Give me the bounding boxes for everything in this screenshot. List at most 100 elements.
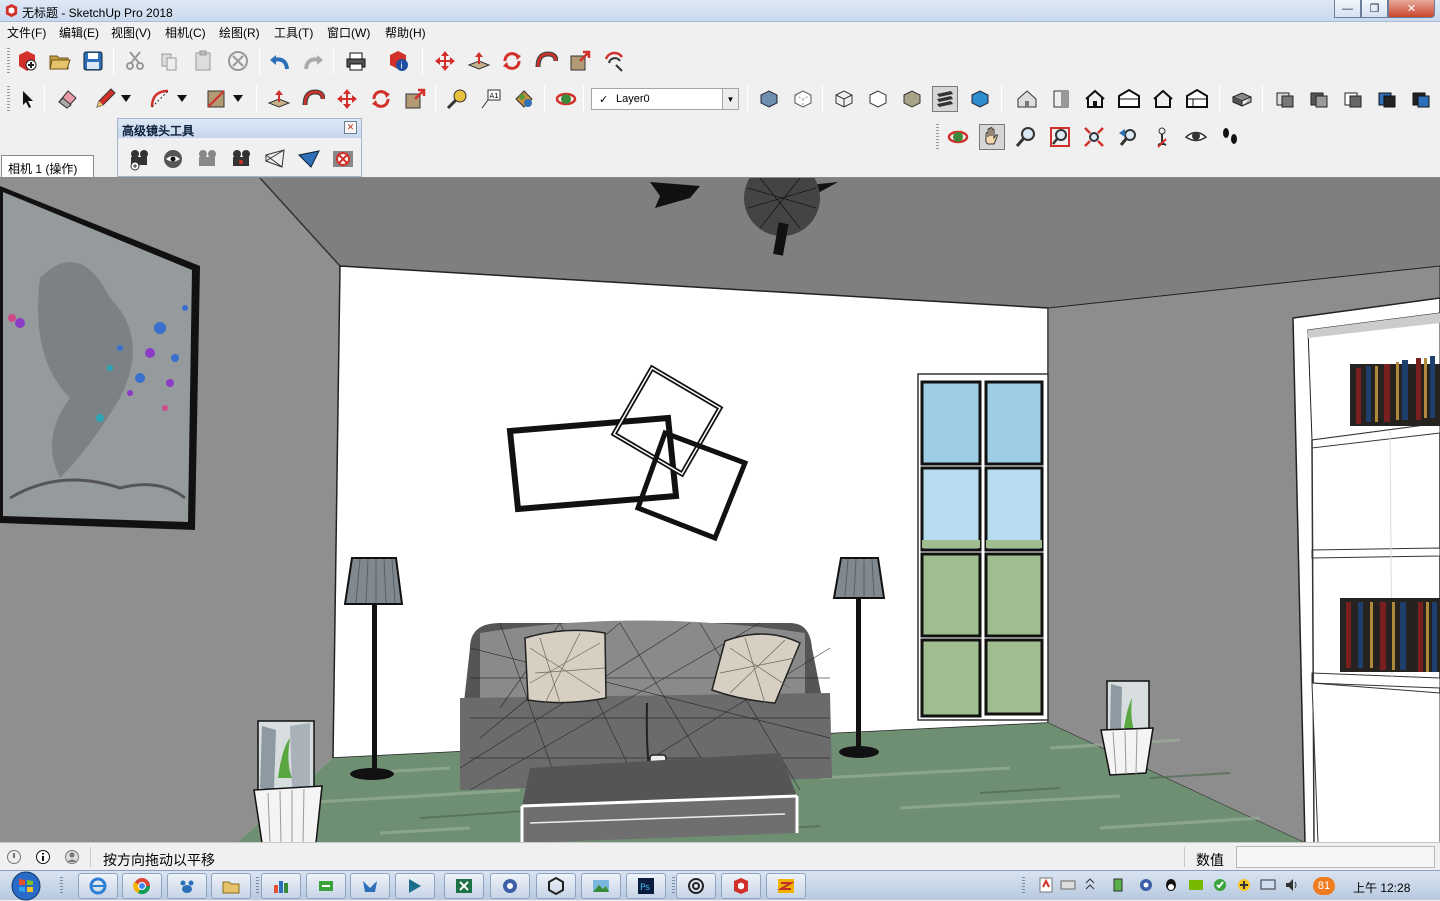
select-icon[interactable] <box>14 86 40 112</box>
offset-icon[interactable] <box>601 48 627 74</box>
back-view-icon[interactable] <box>1150 86 1176 112</box>
eraser-icon[interactable] <box>54 86 80 112</box>
position-camera-icon[interactable] <box>1149 124 1175 150</box>
keyboard-tray-icon[interactable] <box>1060 877 1076 893</box>
baidu-icon[interactable] <box>167 873 207 899</box>
reset-camera-icon[interactable] <box>330 146 356 172</box>
arc-icon[interactable] <box>147 86 173 112</box>
back-edges-icon[interactable] <box>790 86 816 112</box>
pencil-dropdown-icon[interactable] <box>119 86 133 112</box>
rotate-icon[interactable] <box>499 48 525 74</box>
paint-bucket-icon[interactable] <box>511 86 537 112</box>
scale-tool-icon[interactable] <box>402 86 428 112</box>
push-pull-tool-icon[interactable] <box>266 86 292 112</box>
erase-icon[interactable] <box>225 48 251 74</box>
right-view-icon[interactable] <box>1116 86 1142 112</box>
tray-expand-icon[interactable] <box>1082 877 1098 893</box>
start-icon[interactable] <box>6 871 46 901</box>
move-tool-icon[interactable] <box>334 86 360 112</box>
user-icon[interactable] <box>64 849 80 865</box>
cut-icon[interactable] <box>122 48 148 74</box>
show-frustum-icon[interactable] <box>262 146 288 172</box>
qq-tray-icon[interactable] <box>1163 877 1179 893</box>
text-icon[interactable]: A1 <box>478 86 504 112</box>
scale-icon[interactable] <box>567 48 593 74</box>
excel-icon[interactable] <box>444 873 484 899</box>
follow-me-icon[interactable] <box>533 48 559 74</box>
app4-icon[interactable] <box>395 873 435 899</box>
app5-icon[interactable] <box>490 873 530 899</box>
scene-tab[interactable]: 相机 1 (操作) <box>1 155 94 177</box>
photoshop-icon[interactable]: Ps <box>626 873 666 899</box>
menu-draw[interactable]: 绘图(R) <box>216 24 263 41</box>
app6-icon[interactable] <box>676 873 716 899</box>
zoom-icon[interactable] <box>1013 124 1039 150</box>
toolbar-grip[interactable] <box>936 124 939 150</box>
camera-properties-icon[interactable] <box>194 146 220 172</box>
ie-icon[interactable] <box>78 873 118 899</box>
display-tray-icon[interactable] <box>1260 877 1276 893</box>
section-cut-icon[interactable] <box>1272 86 1298 112</box>
monochrome-icon[interactable] <box>967 86 993 112</box>
follow-me-tool-icon[interactable] <box>300 86 326 112</box>
left-view-icon[interactable] <box>1184 86 1210 112</box>
menu-edit[interactable]: 编辑(E) <box>56 24 102 41</box>
orbit-tool-icon[interactable] <box>553 86 579 112</box>
section-plane-icon[interactable] <box>1229 86 1255 112</box>
solid-union-icon[interactable] <box>1374 86 1400 112</box>
create-camera-icon[interactable] <box>126 146 152 172</box>
network-tray-icon[interactable] <box>1138 877 1154 893</box>
sketchup-icon[interactable] <box>721 873 761 899</box>
zoom-extents-icon[interactable] <box>1081 124 1107 150</box>
orbit-icon[interactable] <box>945 124 971 150</box>
measurements-input[interactable] <box>1236 846 1435 868</box>
menu-help[interactable]: 帮助(H) <box>382 24 429 41</box>
rotate-tool-icon[interactable] <box>368 86 394 112</box>
save-icon[interactable] <box>80 48 106 74</box>
clock[interactable]: 上午 12:28 <box>1353 879 1410 896</box>
app7-icon[interactable] <box>766 873 806 899</box>
pdf-tray-icon[interactable] <box>1038 877 1054 893</box>
credits-icon[interactable] <box>35 849 51 865</box>
walk-icon[interactable] <box>1217 124 1243 150</box>
toolbar-grip[interactable] <box>7 86 10 112</box>
shaded-textures-icon[interactable] <box>932 86 958 112</box>
paste-icon[interactable] <box>190 48 216 74</box>
add-tray-icon[interactable] <box>1236 877 1252 893</box>
section-display-icon[interactable] <box>1340 86 1366 112</box>
push-pull-icon[interactable] <box>466 48 492 74</box>
wireframe-icon[interactable] <box>831 86 857 112</box>
nvidia-tray-icon[interactable] <box>1188 877 1204 893</box>
model-info-icon[interactable]: i <box>386 48 412 74</box>
geo-location-icon[interactable] <box>6 849 22 865</box>
look-through-icon[interactable] <box>160 146 186 172</box>
explorer-icon[interactable] <box>211 873 251 899</box>
advanced-camera-header[interactable]: 高级镜头工具 ✕ <box>118 119 361 138</box>
arc-dropdown-icon[interactable] <box>175 86 189 112</box>
hidden-line-icon[interactable] <box>865 86 891 112</box>
open-file-icon[interactable] <box>47 48 73 74</box>
security-tray-icon[interactable] <box>1212 877 1228 893</box>
app2-icon[interactable] <box>306 873 346 899</box>
menu-tools[interactable]: 工具(T) <box>271 24 316 41</box>
tape-measure-icon[interactable] <box>444 86 470 112</box>
undo-icon[interactable] <box>267 48 293 74</box>
rectangle-icon[interactable] <box>203 86 229 112</box>
copy-icon[interactable] <box>156 48 182 74</box>
new-file-icon[interactable] <box>14 48 40 74</box>
pencil-icon[interactable] <box>92 86 118 112</box>
redo-icon[interactable] <box>300 48 326 74</box>
print-icon[interactable] <box>343 48 369 74</box>
photo-icon[interactable] <box>581 873 621 899</box>
volume-icon[interactable] <box>1284 877 1300 893</box>
chevron-down-icon[interactable]: ▼ <box>722 89 738 109</box>
chrome-icon[interactable] <box>122 873 162 899</box>
show-cameras-icon[interactable] <box>296 146 322 172</box>
restore-button[interactable]: ❐ <box>1361 0 1388 18</box>
notification-badge[interactable]: 81 <box>1313 877 1335 895</box>
lock-camera-icon[interactable] <box>228 146 254 172</box>
iso-view-icon[interactable] <box>1014 86 1040 112</box>
look-around-icon[interactable] <box>1183 124 1209 150</box>
toolbar-grip[interactable] <box>7 48 10 74</box>
app3-icon[interactable] <box>350 873 390 899</box>
